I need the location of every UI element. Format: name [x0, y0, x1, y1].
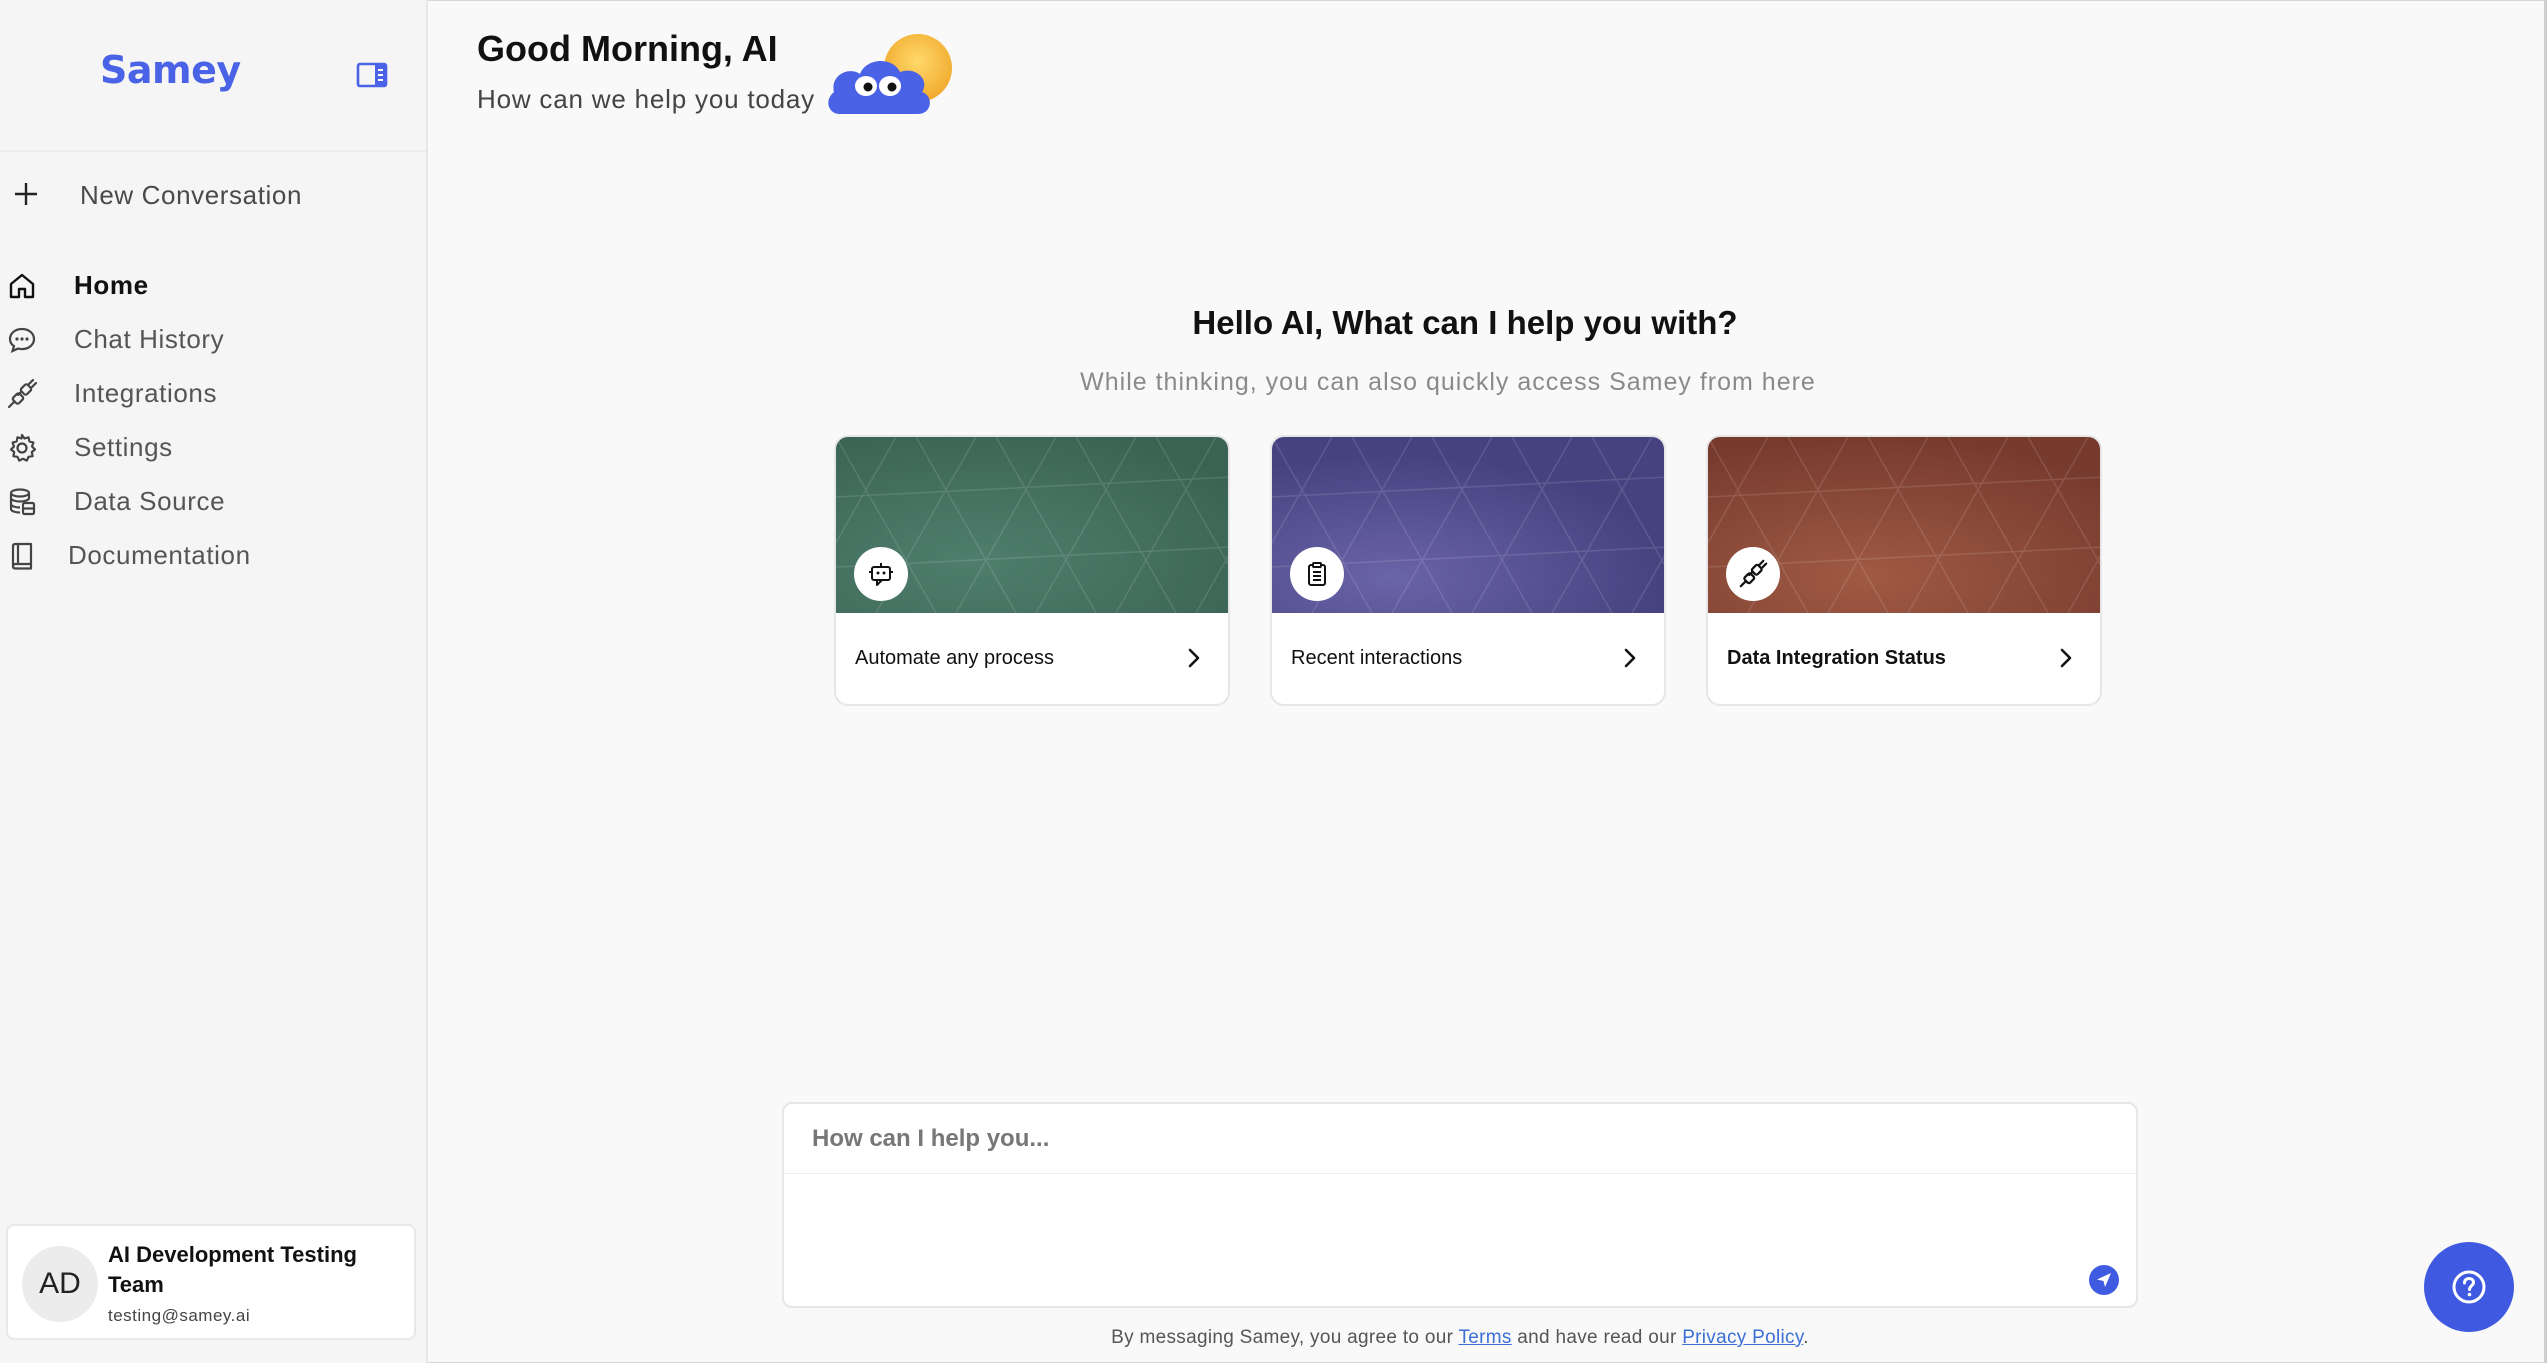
privacy-policy-link[interactable]: Privacy Policy [1682, 1327, 1803, 1348]
cloud-sun-icon [828, 34, 952, 114]
card-data-integration-status[interactable]: Data Integration Status [1706, 435, 2102, 706]
new-conversation-button[interactable]: New Conversation [0, 170, 426, 220]
terms-link[interactable]: Terms [1458, 1327, 1511, 1348]
hero-subtitle: While thinking, you can also quickly acc… [1080, 368, 1816, 396]
home-icon [9, 273, 35, 299]
chevron-right-icon [1188, 648, 1200, 668]
sidebar-item-label: Settings [74, 432, 173, 462]
chevron-right-icon [2060, 648, 2072, 668]
gear-icon [9, 433, 37, 462]
send-icon[interactable] [2088, 1264, 2120, 1296]
help-button[interactable] [2424, 1242, 2514, 1332]
user-email: testing@samey.ai [108, 1306, 251, 1325]
sidebar-item-settings[interactable]: Settings [0, 422, 426, 472]
hero-title: Hello AI, What can I help you with? [1192, 304, 1738, 341]
user-profile-card[interactable]: AD AI Development Testing Team testing@s… [6, 1224, 416, 1340]
book-icon [11, 542, 33, 570]
clipboard-icon [1308, 562, 1326, 586]
brand-row: Samey [0, 0, 426, 152]
card-label: Automate any process [855, 647, 1054, 669]
legal-disclaimer: By messaging Samey, you agree to our Ter… [0, 1327, 2547, 1349]
question-mark-icon [2452, 1270, 2486, 1304]
sidebar: Samey New Conversation Home Chat History [0, 0, 428, 1363]
plus-icon [15, 183, 37, 205]
sidebar-toggle-icon[interactable] [356, 62, 388, 88]
sidebar-item-home[interactable]: Home [0, 260, 426, 310]
disclaimer-text: . [1803, 1327, 1809, 1348]
card-label: Recent interactions [1291, 647, 1463, 669]
brand-logo[interactable]: Samey [100, 48, 241, 92]
disclaimer-text: By messaging Samey, you agree to our [1111, 1327, 1459, 1348]
disclaimer-text: and have read our [1511, 1327, 1683, 1348]
card-badge [1290, 547, 1344, 601]
robot-chat-icon [869, 563, 893, 586]
database-icon [9, 488, 36, 516]
sidebar-item-label: Documentation [68, 540, 251, 570]
card-badge [1726, 547, 1780, 601]
message-input[interactable] [784, 1104, 2136, 1174]
avatar: AD [22, 1246, 98, 1322]
greeting-subtitle: How can we help you today [477, 84, 815, 114]
sidebar-item-data-source[interactable]: Data Source [0, 476, 426, 526]
message-composer [782, 1102, 2138, 1308]
sidebar-item-label: Home [74, 270, 149, 300]
sidebar-item-label: Data Source [74, 486, 226, 516]
card-label: Data Integration Status [1727, 647, 1946, 669]
card-recent-interactions[interactable]: Recent interactions [1270, 435, 1666, 706]
sidebar-item-documentation[interactable]: Documentation [0, 530, 426, 580]
chevron-right-icon [1624, 648, 1636, 668]
card-badge [854, 547, 908, 601]
card-automate-any-process[interactable]: Automate any process [834, 435, 1230, 706]
new-conversation-label: New Conversation [80, 180, 303, 210]
user-name: AI Development Testing Team [108, 1242, 357, 1297]
greeting-title: Good Morning, AI [477, 28, 778, 69]
plug-icon [1739, 559, 1768, 588]
